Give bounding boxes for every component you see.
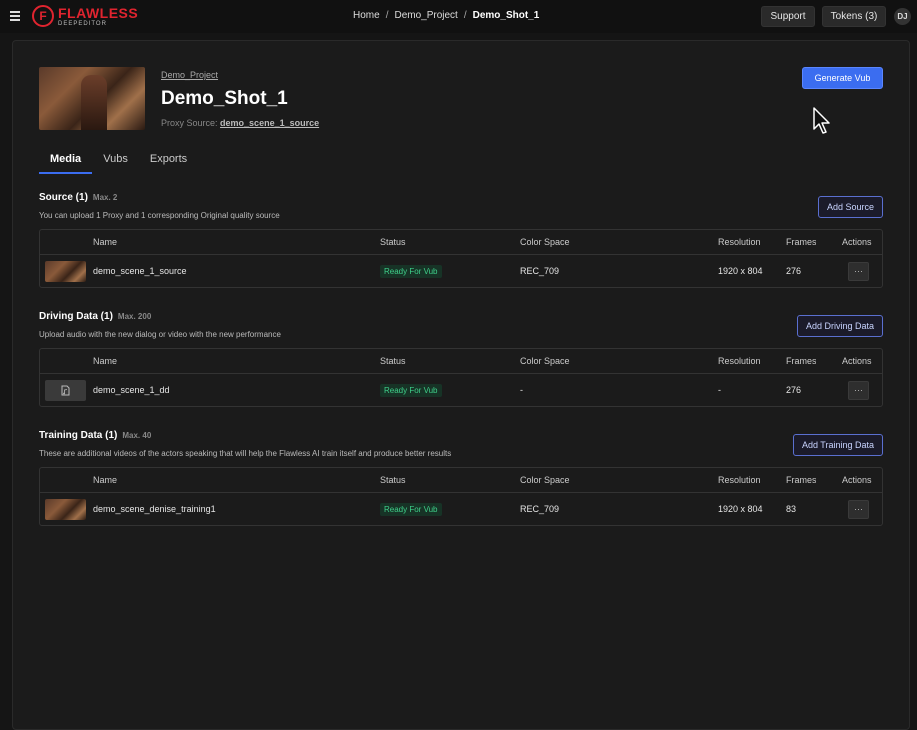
add-driving-data-button[interactable]: Add Driving Data — [796, 315, 883, 337]
flawless-logo[interactable]: F FLAWLESS DEEPEDITOR — [32, 5, 138, 27]
proxy-source: Proxy Source: demo_scene_1_source — [161, 118, 319, 128]
col-actions: Actions — [842, 475, 872, 485]
col-name[interactable]: Name — [93, 349, 117, 373]
add-source-button[interactable]: Add Source — [817, 196, 883, 218]
logo-mark-icon: F — [32, 5, 54, 27]
col-resolution[interactable]: Resolution — [718, 230, 761, 254]
more-actions-button[interactable]: ··· — [848, 261, 869, 281]
col-color-space[interactable]: Color Space — [520, 230, 570, 254]
row-frames: 276 — [786, 385, 802, 395]
driving-data-table: Name Status Color Space Resolution Frame… — [39, 348, 883, 407]
source-table: Name Status Color Space Resolution Frame… — [39, 229, 883, 288]
tab-vubs[interactable]: Vubs — [92, 150, 139, 174]
source-section: Source (1) Max. 2 You can upload 1 Proxy … — [39, 189, 883, 288]
col-color-space[interactable]: Color Space — [520, 468, 570, 492]
row-frames: 276 — [786, 266, 802, 276]
training-data-section: Training Data (1) Max. 40 These are addit… — [39, 427, 883, 526]
col-status[interactable]: Status — [380, 468, 406, 492]
row-color-space: REC_709 — [520, 266, 560, 276]
table-header: Name Status Color Space Resolution Frame… — [40, 230, 882, 255]
page-title: Demo_Shot_1 — [161, 88, 288, 109]
row-resolution: - — [718, 385, 721, 395]
col-name[interactable]: Name — [93, 230, 117, 254]
col-resolution[interactable]: Resolution — [718, 349, 761, 373]
table-row[interactable]: demo_scene_1_source Ready For Vub REC_70… — [40, 255, 882, 287]
tokens-button[interactable]: Tokens (3) — [822, 6, 886, 27]
col-actions: Actions — [842, 356, 872, 366]
support-button[interactable]: Support — [761, 6, 815, 27]
col-color-space[interactable]: Color Space — [520, 349, 570, 373]
status-badge: Ready For Vub — [380, 502, 442, 516]
row-name: demo_scene_1_source — [93, 266, 187, 276]
tab-media[interactable]: Media — [39, 150, 93, 174]
row-name: demo_scene_1_dd — [93, 385, 170, 395]
audio-file-icon — [61, 385, 70, 395]
section-description: You can upload 1 Proxy and 1 correspondi… — [39, 211, 280, 220]
more-actions-button[interactable]: ··· — [848, 499, 869, 519]
status-badge: Ready For Vub — [380, 383, 442, 397]
table-row[interactable]: demo_scene_denise_training1 Ready For Vu… — [40, 493, 882, 525]
breadcrumb-separator: / — [463, 10, 467, 21]
col-name[interactable]: Name — [93, 468, 117, 492]
tab-bar: Media Vubs Exports — [39, 150, 198, 174]
driving-data-section: Driving Data (1) Max. 200 Upload audio wi… — [39, 308, 883, 407]
col-status[interactable]: Status — [380, 349, 406, 373]
section-max: Max. 2 — [92, 193, 118, 202]
table-header: Name Status Color Space Resolution Frame… — [40, 468, 882, 493]
section-max: Max. 40 — [122, 431, 152, 440]
breadcrumb-home[interactable]: Home — [353, 10, 380, 21]
row-resolution: 1920 x 804 — [718, 504, 763, 514]
section-title: Source (1) — [39, 192, 88, 203]
row-resolution: 1920 x 804 — [718, 266, 763, 276]
row-frames: 83 — [786, 504, 797, 514]
col-status[interactable]: Status — [380, 230, 406, 254]
row-thumbnail — [45, 379, 86, 401]
section-description: These are additional videos of the actor… — [39, 449, 452, 458]
section-title: Driving Data (1) — [39, 311, 113, 322]
col-resolution[interactable]: Resolution — [718, 468, 761, 492]
col-frames[interactable]: Frames — [786, 230, 816, 254]
row-name: demo_scene_denise_training1 — [93, 504, 216, 514]
add-training-data-button[interactable]: Add Training Data — [792, 434, 883, 456]
col-frames[interactable]: Frames — [786, 468, 816, 492]
proxy-source-link[interactable]: demo_scene_1_source — [220, 118, 319, 128]
project-link[interactable]: Demo_Project — [161, 70, 218, 80]
status-badge: Ready For Vub — [380, 264, 442, 278]
top-bar: F FLAWLESS DEEPEDITOR Home / Demo_Projec… — [0, 0, 917, 33]
section-max: Max. 200 — [117, 312, 152, 321]
logo-main-text: FLAWLESS — [58, 4, 139, 21]
table-header: Name Status Color Space Resolution Frame… — [40, 349, 882, 374]
breadcrumb-project[interactable]: Demo_Project — [394, 10, 457, 21]
col-frames[interactable]: Frames — [786, 349, 816, 373]
tab-exports[interactable]: Exports — [139, 150, 198, 174]
row-color-space: REC_709 — [520, 504, 560, 514]
breadcrumb: Home / Demo_Project / Demo_Shot_1 — [353, 10, 539, 21]
breadcrumb-shot: Demo_Shot_1 — [472, 10, 540, 21]
row-thumbnail — [45, 498, 86, 520]
row-thumbnail — [45, 260, 86, 282]
avatar[interactable]: DJ — [894, 8, 911, 25]
section-description: Upload audio with the new dialog or vide… — [39, 330, 281, 339]
generate-vub-button[interactable]: Generate Vub — [802, 67, 883, 89]
logo-sub-text: DEEPEDITOR — [58, 20, 107, 27]
col-actions: Actions — [842, 237, 872, 247]
row-color-space: - — [520, 385, 523, 395]
hamburger-icon[interactable] — [10, 11, 20, 21]
table-row[interactable]: demo_scene_1_dd Ready For Vub - - 276 ··… — [40, 374, 882, 406]
breadcrumb-separator: / — [385, 10, 389, 21]
mouse-pointer-icon — [813, 107, 830, 134]
shot-thumbnail — [39, 67, 145, 130]
training-data-table: Name Status Color Space Resolution Frame… — [39, 467, 883, 526]
more-actions-button[interactable]: ··· — [848, 380, 869, 400]
section-title: Training Data (1) — [39, 430, 118, 441]
proxy-source-label: Proxy Source: — [161, 118, 218, 128]
